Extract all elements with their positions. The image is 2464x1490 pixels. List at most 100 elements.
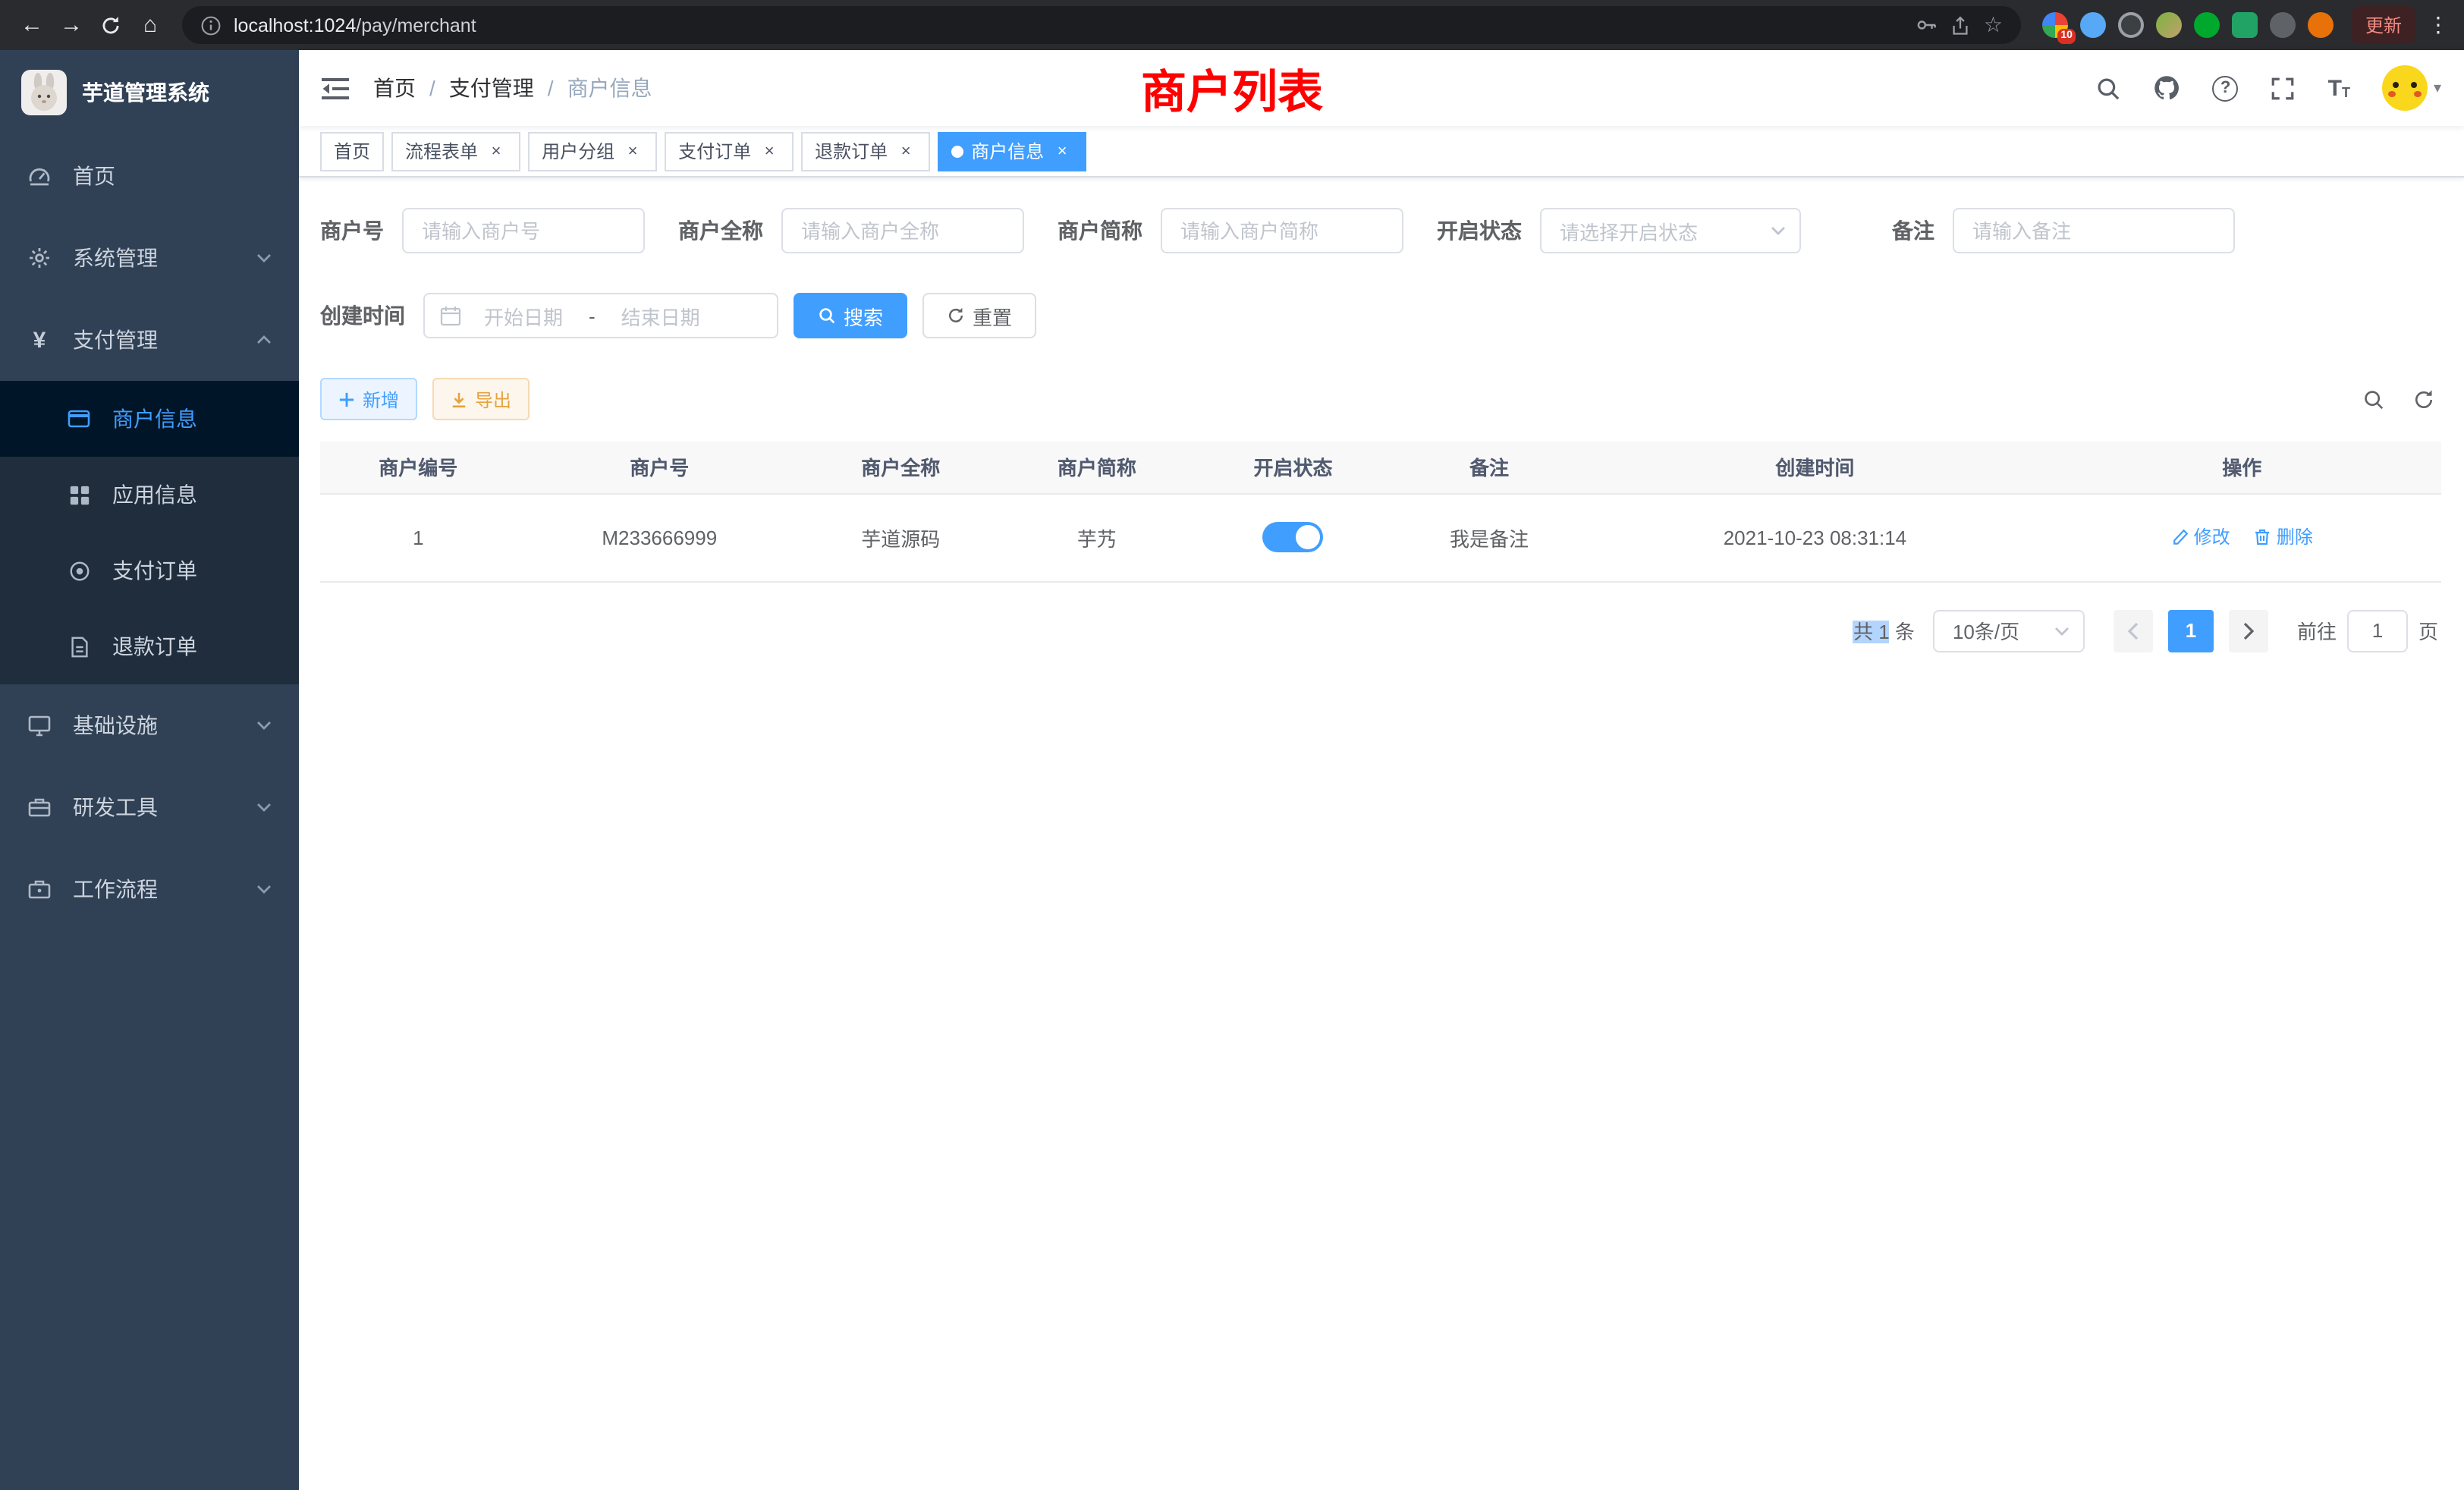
start-date-placeholder: 开始日期 [467, 301, 580, 330]
chevron-down-icon [256, 253, 272, 262]
breadcrumb-home[interactable]: 首页 [373, 73, 416, 103]
logo-rabbit-icon [21, 70, 67, 115]
close-icon[interactable]: × [486, 140, 507, 162]
cell-remark: 我是备注 [1391, 493, 1588, 581]
sidebar-item-home[interactable]: 首页 [0, 135, 299, 217]
extension-notes-icon[interactable] [2232, 12, 2258, 38]
share-icon[interactable] [1950, 14, 1972, 36]
page-size-select[interactable]: 10条/页 [1933, 609, 2085, 652]
github-icon[interactable] [2154, 74, 2181, 102]
tab-merchant-info[interactable]: 商户信息 × [938, 131, 1086, 171]
extension-drop-icon[interactable] [2080, 12, 2106, 38]
help-icon[interactable]: ? [2213, 75, 2239, 101]
extension-ring-icon[interactable] [2118, 12, 2144, 38]
table-toolbar: 新增 导出 [320, 378, 2441, 420]
password-key-icon[interactable] [1916, 14, 1938, 36]
sidebar-toggle-icon[interactable] [322, 77, 349, 99]
filter-merchant-no: 商户号 [320, 208, 645, 253]
tab-home[interactable]: 首页 [320, 131, 384, 171]
sidebar-item-label: 应用信息 [112, 479, 197, 510]
url-text: localhost:1024/pay/merchant [234, 14, 476, 36]
close-icon[interactable]: × [759, 140, 780, 162]
close-icon[interactable]: × [622, 140, 643, 162]
sidebar-logo[interactable]: 芋道管理系统 [0, 50, 299, 135]
chevron-down-icon [1771, 226, 1786, 235]
date-range-picker[interactable]: 开始日期 - 结束日期 [423, 293, 778, 338]
breadcrumb-current: 商户信息 [567, 73, 652, 103]
page-unit-label: 页 [2418, 616, 2438, 645]
browser-update-button[interactable]: 更新 [2352, 6, 2415, 44]
sidebar-item-workflow[interactable]: 工作流程 [0, 848, 299, 930]
sidebar-item-merchant-info[interactable]: 商户信息 [0, 381, 299, 457]
merchant-no-input[interactable] [402, 208, 645, 253]
sidebar-item-devtools[interactable]: 研发工具 [0, 766, 299, 848]
page-annotation: 商户列表 [1141, 55, 1323, 121]
tab-user-group[interactable]: 用户分组 × [528, 131, 657, 171]
sidebar-item-pay-order[interactable]: 支付订单 [0, 533, 299, 608]
search-button[interactable]: 搜索 [794, 293, 907, 338]
remark-input[interactable] [1953, 208, 2235, 253]
address-bar[interactable]: localhost:1024/pay/merchant ☆ [182, 6, 2021, 44]
extension-orange-avatar-icon[interactable] [2308, 12, 2334, 38]
extension-wheel-icon[interactable]: 10 [2042, 12, 2068, 38]
extension-badge: 10 [2057, 29, 2076, 44]
top-navbar: 首页 / 支付管理 / 商户信息 商户列表 ? [299, 50, 2464, 126]
refresh-icon[interactable] [2412, 388, 2435, 410]
tags-view-bar: 首页 流程表单 × 用户分组 × 支付订单 × 退款订单 × [299, 126, 2464, 178]
sidebar-item-label: 退款订单 [112, 631, 197, 662]
font-size-icon[interactable]: TT [2328, 77, 2350, 99]
browser-menu-icon[interactable]: ⋮ [2425, 12, 2452, 38]
extension-avatar-icon[interactable] [2156, 12, 2182, 38]
sidebar-menu: 首页 系统管理 ¥ 支付管理 [0, 135, 299, 930]
sidebar-item-refund-order[interactable]: 退款订单 [0, 608, 299, 684]
caret-down-icon: ▾ [2434, 80, 2441, 96]
breadcrumb-payment[interactable]: 支付管理 [449, 73, 534, 103]
sidebar-item-system[interactable]: 系统管理 [0, 217, 299, 299]
screen: ← → ⌂ localhost:1024/pay/merchant ☆ 10 [0, 0, 2464, 1490]
sidebar-item-label: 支付订单 [112, 555, 197, 586]
header-search-icon[interactable] [2096, 75, 2122, 101]
sidebar-item-payment[interactable]: ¥ 支付管理 [0, 299, 299, 381]
col-full-name: 商户全称 [803, 442, 999, 493]
grid-icon [67, 483, 91, 507]
fullscreen-icon[interactable] [2271, 75, 2296, 101]
tab-refund-order[interactable]: 退款订单 × [801, 131, 930, 171]
document-icon [67, 634, 91, 659]
next-page-button[interactable] [2229, 609, 2268, 652]
sidebar-item-label: 研发工具 [73, 792, 158, 822]
goto-page-input[interactable] [2347, 609, 2408, 652]
user-menu[interactable]: ▾ [2382, 65, 2441, 111]
breadcrumb: 首页 / 支付管理 / 商户信息 [373, 73, 652, 103]
tab-pay-order[interactable]: 支付订单 × [665, 131, 794, 171]
monitor-icon [27, 713, 52, 737]
calendar-icon [440, 305, 461, 326]
toggle-search-icon[interactable] [2362, 388, 2385, 410]
export-button[interactable]: 导出 [432, 378, 530, 420]
cell-actions: 修改 删除 [2043, 493, 2441, 581]
tab-process-form[interactable]: 流程表单 × [391, 131, 520, 171]
browser-home-icon[interactable]: ⌂ [130, 5, 170, 45]
delete-link[interactable]: 删除 [2254, 524, 2313, 550]
browser-forward-icon[interactable]: → [52, 5, 91, 45]
briefcase-icon [27, 877, 52, 901]
edit-link[interactable]: 修改 [2171, 524, 2230, 550]
prev-page-button[interactable] [2114, 609, 2153, 652]
browser-back-icon[interactable]: ← [12, 5, 52, 45]
close-icon[interactable]: × [1051, 140, 1073, 162]
site-info-icon[interactable] [200, 14, 222, 36]
page-number-button[interactable]: 1 [2168, 609, 2214, 652]
sidebar-item-infra[interactable]: 基础设施 [0, 684, 299, 766]
add-button[interactable]: 新增 [320, 378, 417, 420]
close-icon[interactable]: × [895, 140, 916, 162]
bookmark-star-icon[interactable]: ☆ [1984, 12, 2003, 38]
extension-green-circle-icon[interactable] [2194, 12, 2220, 38]
status-toggle[interactable] [1262, 522, 1323, 552]
browser-reload-icon[interactable] [91, 5, 130, 45]
cell-merchant-no: M233666999 [517, 493, 803, 581]
sidebar-item-app-info[interactable]: 应用信息 [0, 457, 299, 533]
reset-button[interactable]: 重置 [922, 293, 1036, 338]
extension-dark-icon[interactable] [2270, 12, 2296, 38]
full-name-input[interactable] [781, 208, 1024, 253]
status-select[interactable]: 请选择开启状态 [1540, 208, 1801, 253]
short-name-input[interactable] [1161, 208, 1403, 253]
